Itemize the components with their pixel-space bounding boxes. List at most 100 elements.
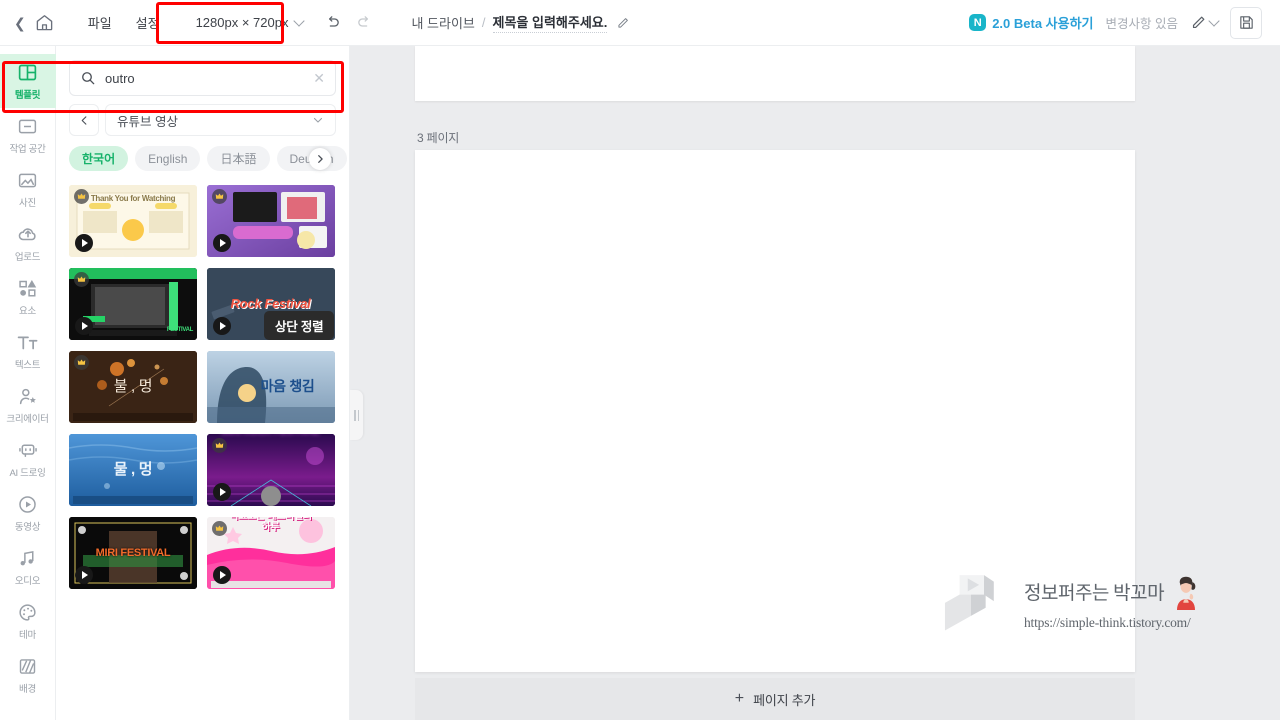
sidebar-item-photo[interactable]: 사진 <box>0 162 56 216</box>
crown-icon <box>211 521 227 536</box>
play-icon[interactable] <box>75 234 93 252</box>
play-icon[interactable] <box>212 566 231 584</box>
add-page-button[interactable]: + 페이지 추가 <box>415 678 1135 720</box>
chevron-down-icon <box>313 117 323 123</box>
play-icon[interactable] <box>212 483 231 501</box>
breadcrumb: 내 드라이브 / 제목을 입력해주세요. <box>411 12 630 33</box>
breadcrumb-separator: / <box>481 15 486 30</box>
sidebar-item-upload[interactable]: 업로드 <box>0 216 56 270</box>
chevron-right-icon[interactable] <box>309 147 331 170</box>
play-icon[interactable] <box>75 317 93 335</box>
template-title: MIRI ROCK FESTIVAL <box>207 434 335 437</box>
sidebar-label-elements: 요소 <box>19 305 36 317</box>
crown-icon <box>74 272 89 287</box>
page-canvas-current[interactable] <box>415 150 1135 672</box>
workspace-icon <box>18 119 37 133</box>
template-card[interactable]: 불 , 멍 <box>69 351 197 423</box>
plus-icon: + <box>734 690 745 707</box>
search-wrapper: outro ✕ <box>56 46 349 104</box>
undo-icon[interactable] <box>319 10 345 36</box>
sidebar-label-photo: 사진 <box>19 197 36 209</box>
menu-item-settings[interactable]: 설정 <box>124 7 172 38</box>
search-input[interactable]: outro ✕ <box>69 60 336 96</box>
breadcrumb-my-drive[interactable]: 내 드라이브 <box>411 13 474 32</box>
topbar-nav-group: ❮ <box>0 13 54 32</box>
template-title: 물 , 멍 <box>113 460 153 478</box>
home-icon[interactable] <box>35 13 54 32</box>
sidebar-label-template: 템플릿 <box>14 89 41 101</box>
beta-logo-icon: N <box>969 14 987 31</box>
sidebar-item-elements[interactable]: 요소 <box>0 270 56 324</box>
photo-icon <box>18 173 37 187</box>
crown-icon <box>211 189 227 204</box>
template-grid-icon <box>18 64 37 80</box>
pencil-icon <box>1192 16 1205 29</box>
lang-chip-korean[interactable]: 한국어 <box>69 146 129 171</box>
sidebar-label-text: 텍스트 <box>14 359 41 371</box>
redo-icon[interactable] <box>351 10 377 36</box>
template-card[interactable] <box>206 185 335 257</box>
audio-note-icon <box>20 550 34 565</box>
palette-icon <box>19 603 36 621</box>
beta-upgrade-button[interactable]: N 2.0 Beta 사용하기 <box>969 13 1094 32</box>
category-select[interactable]: 유튜브 영상 <box>105 104 336 136</box>
sidebar-item-video[interactable]: 동영상 <box>0 486 56 540</box>
lang-chip-english[interactable]: English <box>135 146 201 171</box>
sidebar-label-theme: 테마 <box>19 629 36 641</box>
menu-item-file[interactable]: 파일 <box>76 7 124 38</box>
play-icon[interactable] <box>75 566 93 584</box>
template-card[interactable]: 먹고노는 페스티벌의 하루 <box>206 517 335 589</box>
sidebar-item-audio[interactable]: 오디오 <box>0 540 56 594</box>
chevron-left-icon[interactable]: ❮ <box>14 16 26 30</box>
save-status-text: 변경사항 있음 <box>1105 17 1178 31</box>
sidebar-label-creator: 크리에이터 <box>6 413 49 425</box>
sidebar-item-theme[interactable]: 테마 <box>0 594 56 648</box>
sidebar-item-text[interactable]: 텍스트 <box>0 324 56 378</box>
sidebar-item-template[interactable]: 템플릿 <box>0 54 56 108</box>
template-card[interactable]: 물 , 멍 <box>69 434 197 506</box>
sidebar-item-workspace[interactable]: 작업 공간 <box>0 108 56 162</box>
play-icon[interactable] <box>212 317 231 335</box>
left-rail: 템플릿 작업 공간 사진 업로드 요소 텍스트 크리에이터 AI 드로잉 동영상… <box>0 46 56 720</box>
document-title-input[interactable]: 제목을 입력해주세요. <box>492 12 608 33</box>
play-icon[interactable] <box>212 234 231 252</box>
sidebar-label-background: 배경 <box>19 683 36 695</box>
edit-mode-selector[interactable] <box>1190 14 1218 31</box>
sidebar-item-background[interactable]: 배경 <box>0 648 56 702</box>
page-number-label: 3 페이지 <box>417 131 460 145</box>
category-row: 유튜브 영상 <box>56 104 349 136</box>
category-select-value: 유튜브 영상 <box>117 114 178 129</box>
ai-drawing-icon <box>18 444 37 457</box>
close-x-icon[interactable]: ✕ <box>313 71 325 85</box>
chevron-down-icon <box>1210 17 1218 25</box>
canvas-size-selector[interactable]: 1280px × 720px <box>186 9 314 36</box>
sidebar-label-ai-drawing: AI 드로잉 <box>9 467 46 479</box>
template-grid: Thank You for Watching FESTIVAL Rock Fes… <box>56 181 349 599</box>
template-title: 마음 챙김 <box>260 378 315 395</box>
template-card[interactable]: MIRI FESTIVAL <box>69 517 197 589</box>
add-page-label: 페이지 추가 <box>753 692 816 708</box>
top-toolbar: ❮ 파일 설정 1280px × 720px 내 드라이브 / 제목을 입력해주… <box>0 0 1280 46</box>
template-card[interactable]: Thank You for Watching <box>69 185 197 257</box>
handle-bar <box>357 409 359 421</box>
language-filter-row: 한국어 English 日本語 Deutsch Es <box>56 136 349 181</box>
category-prev-button[interactable] <box>69 104 99 136</box>
pencil-icon[interactable] <box>616 16 630 30</box>
topbar-menu: 파일 설정 <box>76 7 172 38</box>
floppy-save-icon <box>1239 16 1253 29</box>
page-canvas-previous[interactable] <box>415 46 1135 101</box>
background-icon <box>19 658 36 674</box>
sidebar-item-ai-drawing[interactable]: AI 드로잉 <box>0 432 56 486</box>
search-icon <box>82 72 95 85</box>
handle-bar <box>354 409 356 421</box>
template-card[interactable]: FESTIVAL <box>69 268 197 340</box>
chevron-down-icon <box>295 17 303 25</box>
template-card[interactable]: 마음 챙김 <box>206 351 335 423</box>
save-button[interactable] <box>1230 6 1262 39</box>
template-panel: outro ✕ 유튜브 영상 한국어 English 日本語 Deutsch <box>56 46 350 720</box>
template-card[interactable]: MIRI ROCK FESTIVAL <box>206 434 335 506</box>
lang-chip-japanese[interactable]: 日本語 <box>207 146 270 171</box>
panel-collapse-handle[interactable] <box>350 390 363 440</box>
sidebar-item-creator[interactable]: 크리에이터 <box>0 378 56 432</box>
sidebar-label-video: 동영상 <box>14 521 41 533</box>
